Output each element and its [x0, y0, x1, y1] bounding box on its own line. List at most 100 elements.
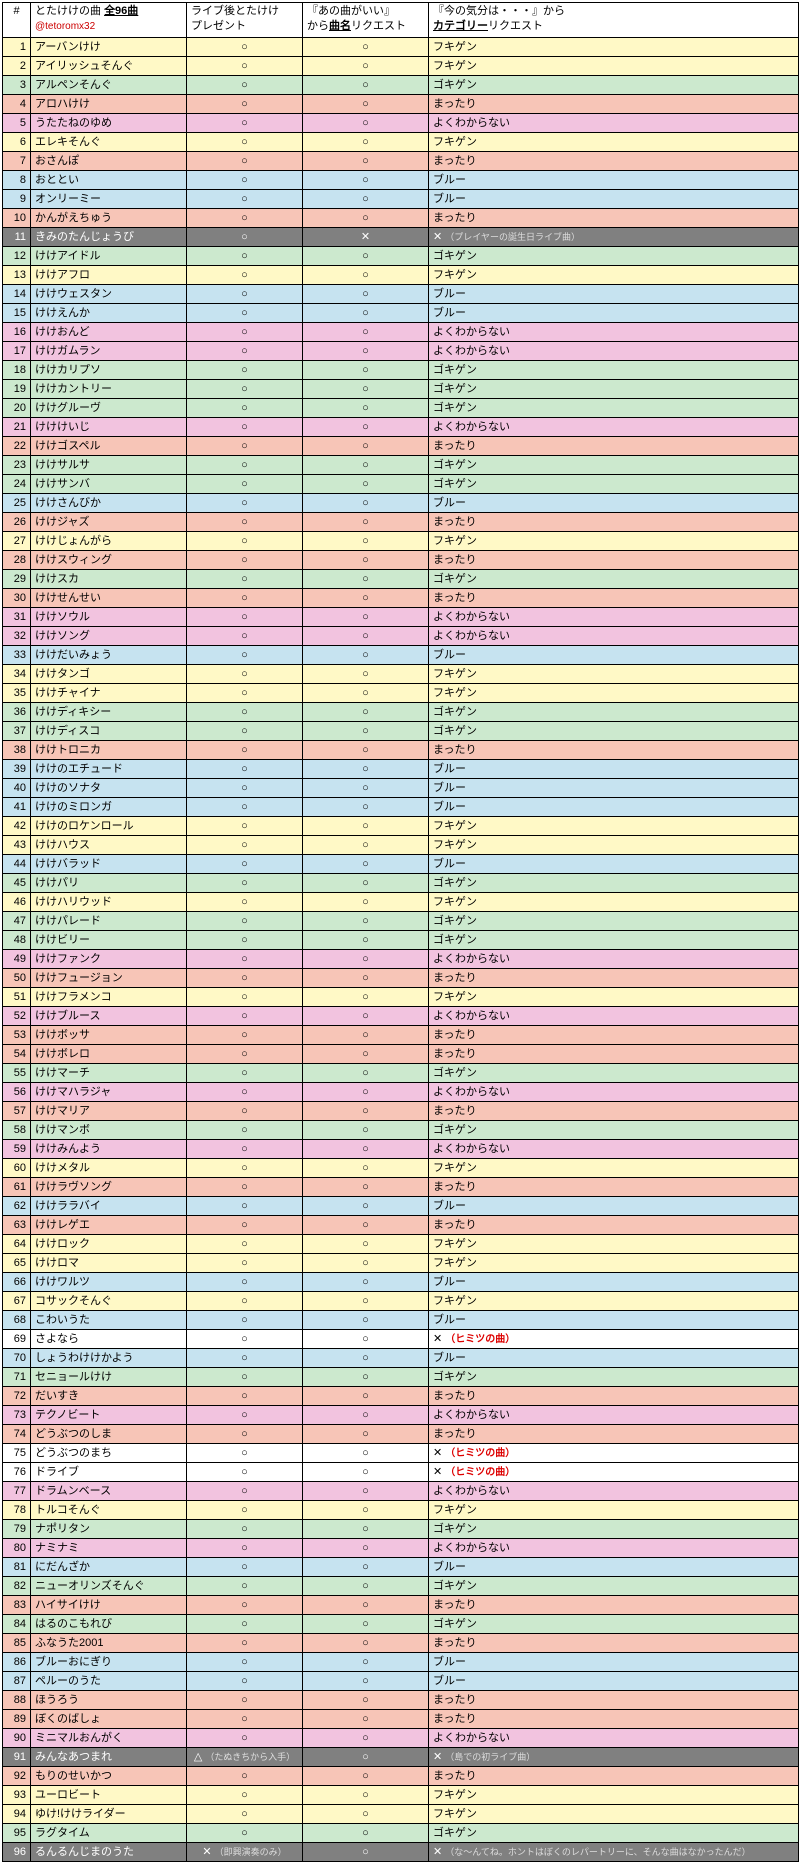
- row-c2: ○: [303, 1463, 429, 1482]
- row-name: けけウェスタン: [31, 285, 187, 304]
- row-name: ほうろう: [31, 1691, 187, 1710]
- col-c2-l1: 『あの曲がいい』: [307, 5, 395, 17]
- row-c1: ○: [187, 437, 303, 456]
- row-c3: ゴキゲン: [429, 1615, 799, 1634]
- row-c3: ブルー: [429, 1273, 799, 1292]
- row-c2: ○: [303, 1444, 429, 1463]
- row-c2: ○: [303, 494, 429, 513]
- table-row: 37けけディスコ○○ゴキゲン: [3, 722, 799, 741]
- table-row: 11きみのたんじょうび○✕✕ （プレイヤーの誕生日ライブ曲）: [3, 228, 799, 247]
- row-c1: ○: [187, 1425, 303, 1444]
- row-c2: ○: [303, 589, 429, 608]
- table-row: 70しょうわけけかよう○○ブルー: [3, 1349, 799, 1368]
- row-num: 75: [3, 1444, 31, 1463]
- row-c1: ○: [187, 760, 303, 779]
- row-c3: まったり: [429, 1691, 799, 1710]
- row-c2: ○: [303, 912, 429, 931]
- row-num: 18: [3, 361, 31, 380]
- author-credit: @tetoromx32: [35, 21, 95, 32]
- row-c1: ○: [187, 741, 303, 760]
- row-name: どうぶつのしま: [31, 1425, 187, 1444]
- row-name: エレキそんぐ: [31, 133, 187, 152]
- row-num: 5: [3, 114, 31, 133]
- table-row: 62けけララバイ○○ブルー: [3, 1197, 799, 1216]
- row-c3: ゴキゲン: [429, 1368, 799, 1387]
- row-c3: まったり: [429, 1387, 799, 1406]
- row-c1: ○: [187, 570, 303, 589]
- row-c1: ○: [187, 532, 303, 551]
- row-c2: ○: [303, 399, 429, 418]
- row-c3: ブルー: [429, 779, 799, 798]
- row-c3: ゴキゲン: [429, 1121, 799, 1140]
- row-num: 51: [3, 988, 31, 1007]
- row-name: けけじょんがら: [31, 532, 187, 551]
- row-name: ユーロビート: [31, 1786, 187, 1805]
- row-c1: ○: [187, 1140, 303, 1159]
- row-num: 24: [3, 475, 31, 494]
- table-row: 42けけのロケンロール○○フキゲン: [3, 817, 799, 836]
- row-name: けけソング: [31, 627, 187, 646]
- row-c3: ゴキゲン: [429, 380, 799, 399]
- row-c1: ○: [187, 665, 303, 684]
- row-name: おさんぽ: [31, 152, 187, 171]
- table-row: 12けけアイドル○○ゴキゲン: [3, 247, 799, 266]
- row-c1: ○: [187, 1577, 303, 1596]
- row-c1: ○: [187, 1197, 303, 1216]
- row-c1: ○: [187, 1311, 303, 1330]
- row-num: 74: [3, 1425, 31, 1444]
- row-c2: ○: [303, 1634, 429, 1653]
- row-c2: ○: [303, 1045, 429, 1064]
- row-num: 73: [3, 1406, 31, 1425]
- row-c1: ○: [187, 304, 303, 323]
- row-c1: ○: [187, 722, 303, 741]
- row-num: 72: [3, 1387, 31, 1406]
- row-c3: まったり: [429, 437, 799, 456]
- row-c1: ○: [187, 1102, 303, 1121]
- row-c3: ブルー: [429, 855, 799, 874]
- row-c2: ○: [303, 988, 429, 1007]
- table-row: 52けけブルース○○よくわからない: [3, 1007, 799, 1026]
- row-name: けけパリ: [31, 874, 187, 893]
- row-c3: フキゲン: [429, 1292, 799, 1311]
- row-name: けけサルサ: [31, 456, 187, 475]
- row-num: 19: [3, 380, 31, 399]
- row-c2: ○: [303, 1805, 429, 1824]
- row-num: 50: [3, 969, 31, 988]
- row-c3: ✕ （な～んてね。ホントはぼくのレパートリーに、そんな曲はなかったんだ）: [429, 1843, 799, 1862]
- row-c1: ○: [187, 1710, 303, 1729]
- row-num: 12: [3, 247, 31, 266]
- row-c3: フキゲン: [429, 1159, 799, 1178]
- row-num: 87: [3, 1672, 31, 1691]
- table-row: 71セニョールけけ○○ゴキゲン: [3, 1368, 799, 1387]
- row-c3: まったり: [429, 209, 799, 228]
- row-name: けけハリウッド: [31, 893, 187, 912]
- row-c1: ✕ （即興演奏のみ）: [187, 1843, 303, 1862]
- row-name: だいすき: [31, 1387, 187, 1406]
- row-c1: ○: [187, 684, 303, 703]
- row-c2: ○: [303, 608, 429, 627]
- row-c1: ○: [187, 228, 303, 247]
- row-c2: ○: [303, 133, 429, 152]
- row-c1: ○: [187, 589, 303, 608]
- row-name: にだんざか: [31, 1558, 187, 1577]
- row-c1: ○: [187, 1805, 303, 1824]
- row-c3: まったり: [429, 741, 799, 760]
- row-c1: ○: [187, 1786, 303, 1805]
- row-c1: ○: [187, 1216, 303, 1235]
- row-num: 46: [3, 893, 31, 912]
- table-row: 27けけじょんがら○○フキゲン: [3, 532, 799, 551]
- row-name: アルペンそんぐ: [31, 76, 187, 95]
- row-c2: ○: [303, 1748, 429, 1767]
- row-c1: ○: [187, 874, 303, 893]
- row-c1: ○: [187, 1729, 303, 1748]
- table-row: 86ブルーおにぎり○○ブルー: [3, 1653, 799, 1672]
- table-row: 53けけボッサ○○まったり: [3, 1026, 799, 1045]
- row-c3: ブルー: [429, 1672, 799, 1691]
- row-c1: ○: [187, 1064, 303, 1083]
- row-name: トルコそんぐ: [31, 1501, 187, 1520]
- row-name: けけアイドル: [31, 247, 187, 266]
- row-c2: ○: [303, 1064, 429, 1083]
- row-name: けけメタル: [31, 1159, 187, 1178]
- row-name: きみのたんじょうび: [31, 228, 187, 247]
- row-num: 30: [3, 589, 31, 608]
